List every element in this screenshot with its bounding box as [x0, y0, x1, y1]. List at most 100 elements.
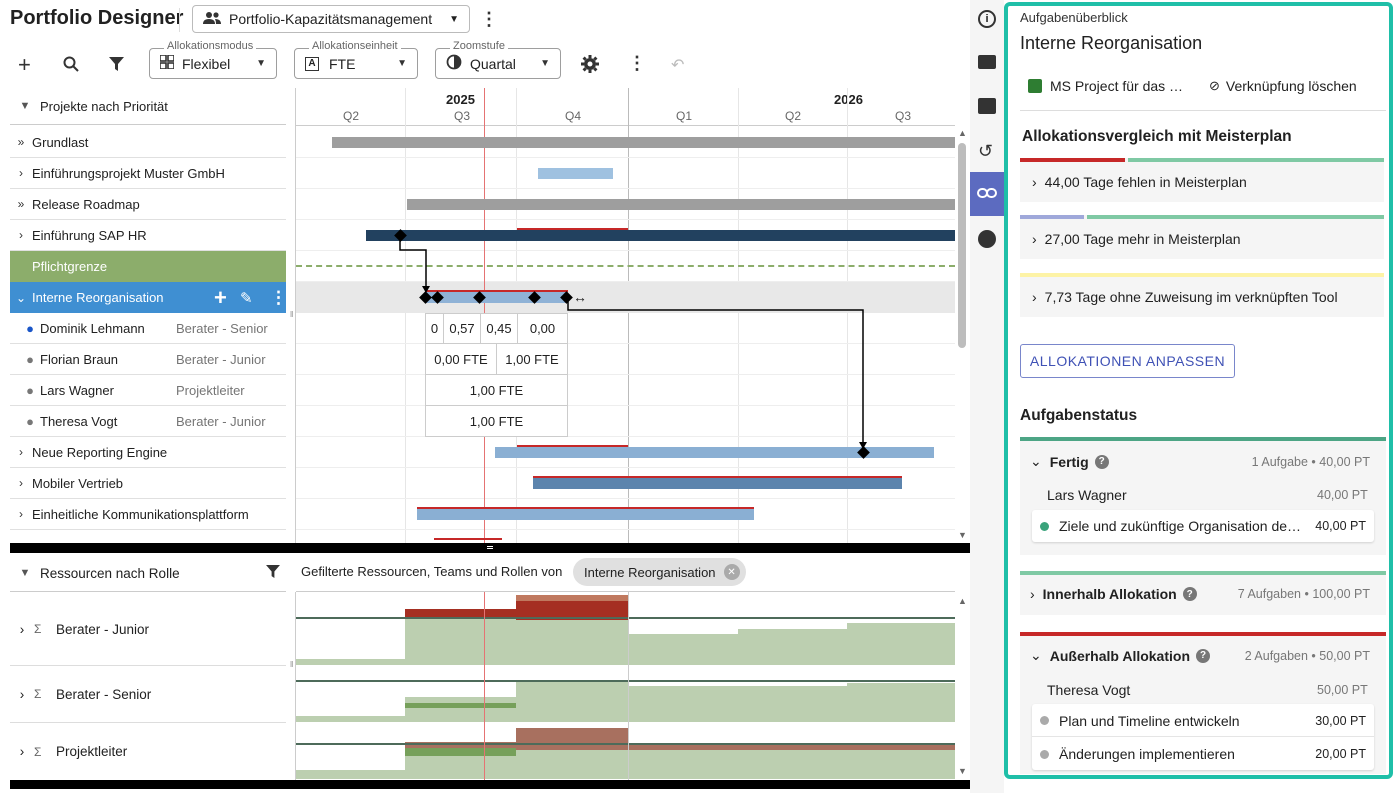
resources-header[interactable]: ▼ Ressourcen nach Rolle — [10, 555, 286, 592]
role-row[interactable]: › Σ Projektleiter — [10, 723, 286, 780]
filter-icon[interactable] — [266, 565, 280, 581]
add-icon[interactable]: + — [214, 285, 227, 311]
chevron-down-icon: ▼ — [449, 13, 459, 25]
capacity-line — [296, 617, 955, 619]
status-person-pt: 40,00 PT — [1317, 488, 1368, 502]
info-icon[interactable]: i — [978, 10, 996, 28]
search-icon[interactable] — [63, 56, 79, 77]
divider — [179, 8, 180, 32]
alloc-cell[interactable]: 0 — [425, 313, 444, 344]
task-pt: 30,00 PT — [1315, 713, 1366, 728]
projects-header[interactable]: ▼ Projekte nach Priorität — [10, 88, 286, 125]
compare-item[interactable]: › 44,00 Tage fehlen in Meisterplan — [1020, 158, 1384, 202]
resource-row[interactable]: ● Florian Braun Berater - Junior — [10, 344, 286, 375]
adjust-allocations-button[interactable]: ALLOKATIONEN ANPASSEN — [1020, 344, 1235, 378]
chevron-right-icon: › — [1030, 586, 1035, 602]
resource-row[interactable]: ● Lars Wagner Projektleiter — [10, 375, 286, 406]
task-pt: 40,00 PT — [1315, 519, 1366, 533]
project-row-reporting[interactable]: › Neue Reporting Engine — [10, 437, 286, 468]
help-icon[interactable]: ? — [1182, 587, 1197, 601]
alloc-unit-select[interactable]: Allokationseinheit A FTE ▼ — [294, 40, 418, 79]
status-header-outside[interactable]: ⌄ Außerhalb Allokation ? 2 Aufgaben • 50… — [1030, 647, 1370, 664]
more-vert-icon[interactable]: ⋮ — [480, 9, 498, 30]
scrollbar-thumb[interactable] — [958, 143, 966, 348]
alloc-cell[interactable]: 1,00 FTE — [425, 374, 568, 406]
portfolio-selector[interactable]: Portfolio-Kapazitätsmanagement ▼ — [192, 5, 470, 33]
resource-row[interactable]: ● Dominik Lehmann Berater - Senior — [10, 313, 286, 344]
project-name: Neue Reporting Engine — [32, 444, 168, 460]
unlink-label: Verknüpfung löschen — [1225, 78, 1357, 94]
chevron-right-icon: › — [19, 228, 23, 242]
close-icon[interactable]: ✕ — [723, 564, 740, 580]
settings-gear-icon[interactable] — [581, 55, 599, 78]
status-person-pt: 50,00 PT — [1317, 683, 1368, 697]
add-icon[interactable]: + — [18, 52, 31, 78]
edit-pencil-icon[interactable]: ✎ — [240, 289, 253, 307]
palette-icon[interactable] — [978, 230, 996, 248]
role-row[interactable]: › Σ Berater - Senior — [10, 666, 286, 723]
ms-project-link[interactable]: MS Project für das … — [1028, 78, 1183, 94]
task-item[interactable]: Änderungen implementieren 20,00 PT — [1032, 738, 1374, 770]
undo-icon[interactable]: ↶ — [671, 55, 684, 75]
scrollbar-up-icon[interactable]: ▲ — [958, 596, 967, 606]
status-label: Innerhalb Allokation — [1042, 586, 1177, 602]
ms-project-icon — [1028, 79, 1042, 93]
unlink-button[interactable]: ⊘ Verknüpfung löschen — [1209, 78, 1357, 94]
project-name: Grundlast — [32, 134, 89, 150]
filter-icon[interactable] — [109, 57, 124, 76]
project-row-release[interactable]: » Release Roadmap — [10, 189, 286, 220]
overload-bar — [516, 728, 628, 750]
dependency-lines — [399, 236, 867, 449]
comment-icon[interactable] — [978, 55, 996, 69]
task-item[interactable]: Plan und Timeline entwickeln 30,00 PT — [1032, 705, 1374, 737]
tree-splitter[interactable]: ‖ — [290, 660, 293, 669]
capacity-bar — [516, 620, 628, 665]
capacity-bar — [628, 634, 738, 665]
link-tab[interactable] — [970, 172, 1004, 216]
resize-arrows-icon[interactable]: ↔ — [573, 289, 587, 305]
bottom-splitter[interactable] — [10, 780, 970, 789]
zoom-select[interactable]: Zoomstufe Quartal ▼ — [435, 40, 561, 79]
project-row-grundlast[interactable]: » Grundlast — [10, 127, 286, 158]
mandatory-line-row[interactable]: Pflichtgrenze — [10, 251, 286, 282]
alloc-cell[interactable]: 0,45 — [480, 313, 518, 344]
scrollbar-up-icon[interactable]: ▲ — [958, 128, 967, 138]
compare-item[interactable]: › 7,73 Tage ohne Zuweisung im verknüpfte… — [1020, 273, 1384, 317]
tree-splitter[interactable]: ‖ — [290, 310, 293, 319]
task-item[interactable]: Ziele und zukünftige Organisation de… 40… — [1032, 510, 1374, 542]
project-row-muster[interactable]: › Einführungsprojekt Muster GmbH — [10, 158, 286, 189]
alloc-mode-select[interactable]: Allokationsmodus Flexibel ▼ — [149, 40, 277, 79]
divider — [1020, 110, 1386, 111]
project-row-reorg[interactable]: ⌄ Interne Reorganisation + ✎ ⋮ — [10, 282, 286, 313]
contact-card-icon[interactable] — [978, 98, 996, 114]
help-icon[interactable]: ? — [1196, 648, 1211, 663]
resource-row[interactable]: ● Theresa Vogt Berater - Junior — [10, 406, 286, 437]
chevron-right-icon: › — [1032, 231, 1037, 247]
capacity-bar — [738, 629, 847, 665]
history-icon[interactable]: ↺ — [978, 141, 993, 162]
alloc-cell[interactable]: 0,57 — [443, 313, 481, 344]
help-icon[interactable]: ? — [1094, 454, 1109, 469]
capacity-bar — [296, 770, 405, 779]
role-row[interactable]: › Σ Berater - Junior — [10, 593, 286, 666]
project-row-mobile[interactable]: › Mobiler Vertrieb — [10, 468, 286, 499]
alloc-cell[interactable]: 0,00 FTE — [425, 343, 497, 375]
project-row-comm[interactable]: › Einheitliche Kommunikationsplattform — [10, 499, 286, 530]
overload-bar — [516, 595, 628, 601]
role-icon: Σ — [34, 687, 42, 701]
filter-chip[interactable]: Interne Reorganisation ✕ — [573, 558, 746, 586]
status-header-done[interactable]: ⌄ Fertig ? 1 Aufgabe • 40,00 PT — [1030, 453, 1370, 470]
scrollbar-down-icon[interactable]: ▼ — [958, 530, 967, 540]
alloc-cell[interactable]: 1,00 FTE — [496, 343, 568, 375]
triangle-down-icon: ▼ — [19, 100, 31, 112]
zoom-label: Zoomstufe — [450, 40, 508, 52]
scrollbar-down-icon[interactable]: ▼ — [958, 766, 967, 776]
status-header-inside[interactable]: › Innerhalb Allokation ? 7 Aufgaben • 10… — [1030, 586, 1370, 602]
alloc-cell[interactable]: 0,00 — [517, 313, 568, 344]
capacity-bar — [516, 681, 628, 722]
alloc-cell[interactable]: 1,00 FTE — [425, 405, 568, 437]
more-vert-icon[interactable]: ⋮ — [628, 53, 646, 74]
project-row-sap[interactable]: › Einführung SAP HR — [10, 220, 286, 251]
more-vert-icon[interactable]: ⋮ — [270, 288, 286, 308]
compare-item[interactable]: › 27,00 Tage mehr in Meisterplan — [1020, 215, 1384, 259]
